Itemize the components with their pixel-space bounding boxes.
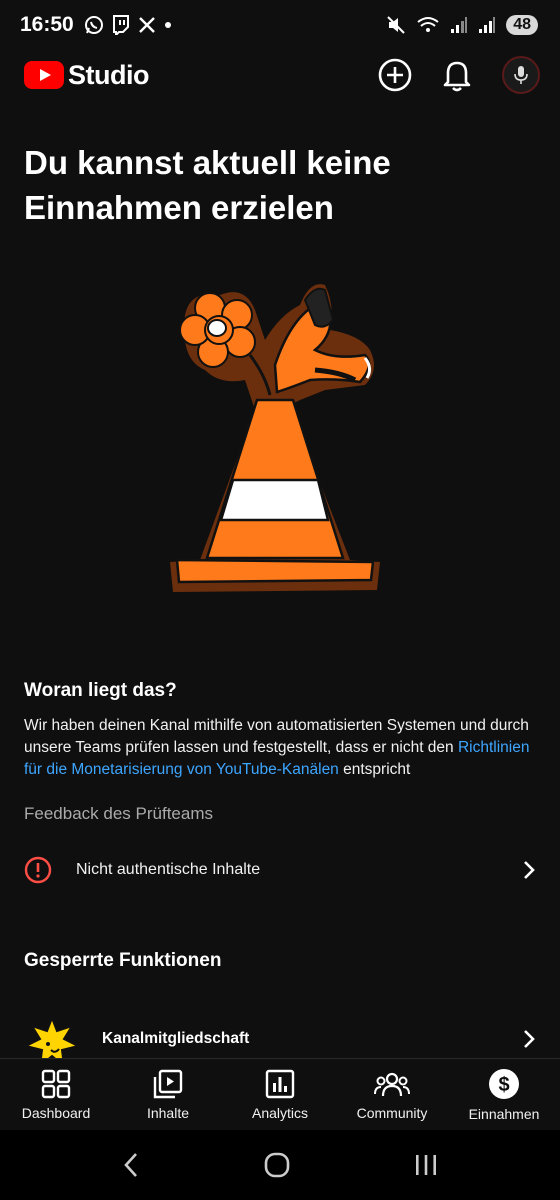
reason-text-part: entspricht (338, 761, 411, 778)
community-icon (374, 1072, 410, 1096)
system-indicators: 48 (386, 15, 538, 35)
recents-icon[interactable] (413, 1152, 439, 1178)
battery-indicator: 48 (506, 15, 538, 35)
back-icon[interactable] (121, 1151, 141, 1179)
nav-label: Community (356, 1104, 428, 1121)
reason-text-part: Wir haben deinen Kanal mithilfe von auto… (24, 717, 529, 756)
analytics-icon (265, 1069, 295, 1098)
system-navigation-bar (0, 1130, 560, 1200)
status-time: 16:50 (20, 13, 74, 36)
locked-feature-label: Kanalmitgliedschaft (102, 1030, 250, 1047)
svg-text:$: $ (498, 1074, 509, 1096)
feedback-item-row[interactable]: Nicht authentische Inhalte (0, 846, 560, 894)
notification-icons (84, 15, 172, 35)
alert-icon (24, 856, 52, 884)
status-bar: 16:50 48 (0, 0, 560, 50)
star-badge-icon (24, 1015, 80, 1064)
x-icon (138, 17, 155, 33)
create-icon[interactable] (378, 58, 412, 92)
feedback-item-label: Nicht authentische Inhalte (76, 861, 261, 878)
dashboard-icon (41, 1069, 71, 1098)
avatar[interactable] (502, 56, 540, 94)
youtube-studio-logo[interactable]: Studio (24, 60, 149, 91)
content-icon (153, 1069, 183, 1098)
nav-dashboard[interactable]: Dashboard (0, 1059, 112, 1130)
app-bar: Studio (0, 50, 560, 100)
whatsapp-icon (84, 16, 103, 34)
dot-icon (164, 22, 171, 28)
nav-community[interactable]: Community (336, 1059, 448, 1130)
reason-text: Wir haben deinen Kanal mithilfe von auto… (24, 715, 544, 781)
nav-label: Analytics (251, 1104, 309, 1121)
locked-feature-row[interactable]: Kanalmitgliedschaft (0, 1014, 560, 1064)
nav-label: Dashboard (21, 1104, 91, 1121)
twitch-icon (112, 15, 129, 35)
home-icon[interactable] (263, 1151, 291, 1179)
signal-icon (479, 17, 496, 33)
traffic-cone-illustration (170, 284, 380, 592)
chevron-right-icon (524, 861, 535, 879)
mute-icon (387, 16, 405, 34)
signal-icon (451, 17, 468, 33)
youtube-play-icon (24, 61, 64, 89)
microphone-icon (514, 66, 528, 84)
bottom-nav: Dashboard Inhalte Analytics Community $ … (0, 1058, 560, 1130)
logo-text: Studio (68, 59, 149, 90)
earn-icon: $ (489, 1068, 519, 1099)
nav-label: Inhalte (146, 1104, 190, 1121)
bell-icon[interactable] (442, 58, 472, 92)
nav-content[interactable]: Inhalte (112, 1059, 224, 1130)
reason-title: Woran liegt das? (24, 680, 177, 701)
nav-earn[interactable]: $ Einnahmen (448, 1059, 560, 1130)
feedback-label: Feedback des Prüfteams (24, 804, 213, 823)
wifi-icon (417, 17, 439, 32)
nav-label: Einnahmen (468, 1105, 540, 1122)
chevron-right-icon (524, 1030, 535, 1048)
page-title: Du kannst aktuell keine Einnahmen erziel… (24, 144, 391, 226)
locked-features-title: Gesperrte Funktionen (24, 950, 222, 971)
nav-analytics[interactable]: Analytics (224, 1059, 336, 1130)
